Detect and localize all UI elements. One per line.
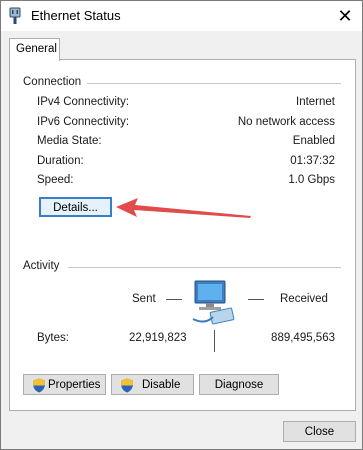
diagnose-button-label: Diagnose: [214, 379, 264, 391]
speed-label: Speed:: [37, 174, 74, 186]
activity-group-title: Activity: [23, 260, 62, 272]
details-button-label: Details...: [53, 202, 98, 214]
activity-separator: [214, 330, 215, 352]
window-title: Ethernet Status: [31, 8, 121, 23]
bytes-sent-value: 22,919,823: [129, 332, 187, 344]
speed-value: 1.0 Gbps: [288, 174, 335, 186]
bytes-label: Bytes:: [37, 332, 69, 344]
received-label: Received: [280, 293, 328, 305]
received-dash: [248, 299, 264, 300]
close-icon[interactable]: ✕: [334, 5, 356, 27]
disable-button-label: Disable: [142, 379, 181, 391]
general-panel: [9, 59, 356, 411]
bytes-received-value: 889,495,563: [271, 332, 335, 344]
activity-group-divider: [68, 267, 341, 268]
media-state-label: Media State:: [37, 135, 102, 147]
media-state-value: Enabled: [292, 135, 335, 147]
connection-group-title: Connection: [23, 76, 84, 88]
duration-value: 01:37:32: [290, 155, 335, 167]
ethernet-plug-icon: [9, 7, 21, 24]
tab-general-label: General: [16, 43, 57, 55]
ethernet-status-window: Ethernet Status ✕ General Connection IPv…: [0, 0, 363, 450]
ipv4-connectivity-value: Internet: [296, 96, 335, 108]
ipv6-connectivity-label: IPv6 Connectivity:: [37, 116, 130, 128]
ipv6-connectivity-value: No network access: [237, 116, 335, 128]
uac-shield-icon: [121, 378, 133, 393]
duration-label: Duration:: [37, 155, 84, 167]
sent-dash: [166, 299, 182, 300]
connection-group-divider: [87, 83, 341, 84]
title-bar: Ethernet Status ✕: [1, 1, 362, 31]
sent-label: Sent: [132, 293, 156, 305]
disable-button[interactable]: Disable: [111, 374, 194, 395]
uac-shield-icon: [33, 378, 45, 393]
network-computer-icon: [192, 280, 235, 325]
tab-general[interactable]: General: [9, 38, 60, 61]
properties-button-label: Properties: [48, 379, 101, 391]
close-button-label: Close: [304, 426, 335, 438]
red-annotation-arrow: [116, 198, 251, 218]
properties-button[interactable]: Properties: [23, 374, 106, 395]
diagnose-button[interactable]: Diagnose: [199, 374, 279, 395]
close-button[interactable]: Close: [283, 421, 356, 442]
details-button[interactable]: Details...: [39, 197, 112, 217]
ipv4-connectivity-label: IPv4 Connectivity:: [37, 96, 130, 108]
